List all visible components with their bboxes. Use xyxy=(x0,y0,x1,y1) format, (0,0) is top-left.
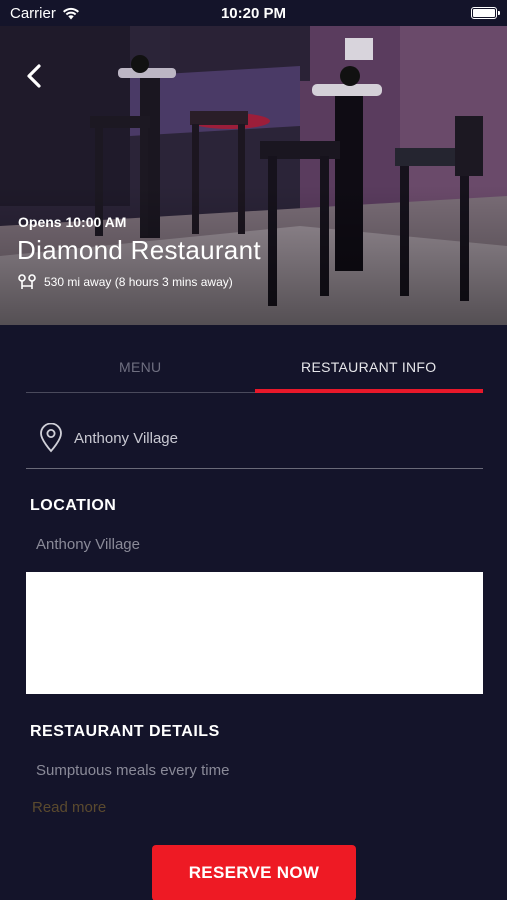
opening-time: Opens 10:00 AM xyxy=(18,214,127,230)
location-value: Anthony Village xyxy=(36,536,140,553)
chevron-left-icon xyxy=(27,64,41,88)
status-time: 10:20 PM xyxy=(220,4,287,22)
location-title: LOCATION xyxy=(30,497,117,514)
status-bar: Carrier 10:20 PM xyxy=(0,0,507,26)
location-pin-icon xyxy=(40,423,62,453)
tab-bar: MENU RESTAURANT INFO xyxy=(26,348,483,393)
map-view[interactable] xyxy=(26,572,483,694)
details-title: RESTAURANT DETAILS xyxy=(30,723,220,740)
restaurant-name: Diamond Restaurant xyxy=(17,235,261,265)
reserve-now-button[interactable]: RESERVE NOW xyxy=(152,845,356,900)
address-row[interactable]: Anthony Village xyxy=(26,408,483,469)
tab-menu[interactable]: MENU xyxy=(26,348,255,392)
distance-info: 530 mi away (8 hours 3 mins away) xyxy=(18,274,233,290)
hero-image: Opens 10:00 AM Diamond Restaurant 530 mi… xyxy=(0,26,507,325)
distance-text: 530 mi away (8 hours 3 mins away) xyxy=(44,275,233,289)
details-description: Sumptuous meals every time xyxy=(36,762,230,779)
address-text: Anthony Village xyxy=(74,429,178,447)
route-icon xyxy=(18,274,36,289)
tab-restaurant-info[interactable]: RESTAURANT INFO xyxy=(254,348,484,393)
back-button[interactable] xyxy=(18,60,50,92)
battery-icon xyxy=(471,7,500,19)
read-more-link[interactable]: Read more xyxy=(32,799,106,816)
